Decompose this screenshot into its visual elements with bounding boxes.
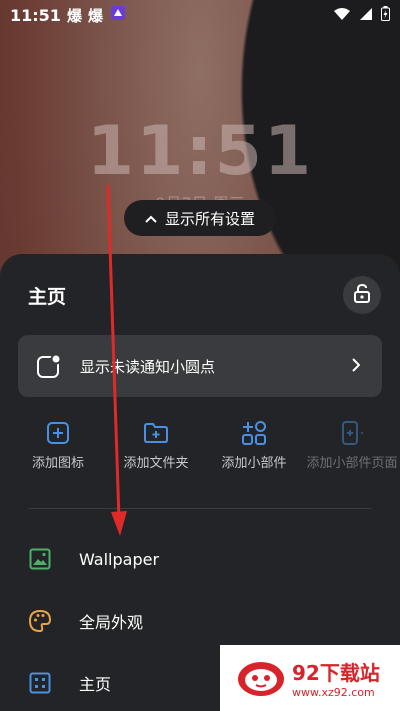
notification-dot-icon bbox=[36, 353, 62, 379]
watermark-logo-icon bbox=[236, 657, 286, 699]
status-app-badge: 爆 bbox=[87, 6, 103, 25]
add-folder-action[interactable]: 添加文件夹 bbox=[106, 418, 206, 472]
show-all-settings-label: 显示所有设置 bbox=[164, 209, 255, 228]
image-icon bbox=[27, 546, 53, 572]
menu-item-label: 主页 bbox=[79, 675, 112, 694]
app-notification-icon bbox=[109, 4, 127, 26]
add-icon-action[interactable]: 添加图标 bbox=[8, 418, 108, 472]
add-widget-page-label: 添加小部件页面 bbox=[306, 456, 398, 471]
unread-badge-label: 显示未读通知小圆点 bbox=[80, 357, 216, 376]
add-icon-label: 添加图标 bbox=[31, 456, 84, 471]
add-widget-action[interactable]: 添加小部件 bbox=[204, 418, 304, 472]
add-folder-label: 添加文件夹 bbox=[123, 456, 189, 471]
watermark: 92下载站 www.xz92.com bbox=[220, 645, 400, 711]
status-time: 11:51 bbox=[10, 5, 61, 25]
add-square-icon bbox=[8, 418, 108, 448]
sheet-title: 主页 bbox=[28, 286, 67, 308]
add-folder-icon bbox=[106, 418, 206, 448]
signal-icon bbox=[359, 6, 373, 25]
wifi-icon bbox=[333, 6, 351, 25]
add-widget-label: 添加小部件 bbox=[221, 456, 287, 471]
unread-badge-setting-row[interactable]: 显示未读通知小圆点 bbox=[18, 335, 382, 397]
add-page-icon bbox=[302, 418, 400, 448]
status-bar: 11:51 爆 爆 bbox=[0, 0, 400, 30]
watermark-title: 92下载站 bbox=[292, 661, 380, 685]
menu-item-label: 全局外观 bbox=[79, 613, 144, 632]
battery-icon bbox=[381, 5, 390, 25]
menu-item-label: Wallpaper bbox=[79, 549, 160, 569]
widgets-icon bbox=[204, 418, 304, 448]
lock-layout-button[interactable] bbox=[343, 276, 381, 314]
quick-actions: 添加图标 添加文件夹 添加小部件 添加小部件页面 bbox=[0, 418, 400, 498]
home-grid-icon bbox=[27, 670, 53, 696]
chevron-right-icon bbox=[352, 357, 361, 376]
palette-icon bbox=[27, 608, 53, 634]
menu-item-global-appearance[interactable]: 全局外观 bbox=[0, 595, 400, 647]
add-widget-page-action[interactable]: 添加小部件页面 bbox=[302, 418, 400, 472]
lockscreen-clock: 11:51 bbox=[86, 112, 314, 191]
menu-item-wallpaper[interactable]: Wallpaper bbox=[0, 533, 400, 585]
home-settings-sheet: 主页 显示未读通知小圆点 添加图标 添加文件夹 添加小部件 添加小部件页面 Wa… bbox=[0, 254, 400, 711]
divider bbox=[28, 508, 372, 509]
unlock-icon bbox=[353, 283, 371, 307]
watermark-url: www.xz92.com bbox=[292, 686, 375, 699]
status-app-badge: 爆 bbox=[66, 6, 82, 25]
chevron-up-icon bbox=[145, 209, 157, 227]
show-all-settings-button[interactable]: 显示所有设置 bbox=[124, 200, 276, 236]
